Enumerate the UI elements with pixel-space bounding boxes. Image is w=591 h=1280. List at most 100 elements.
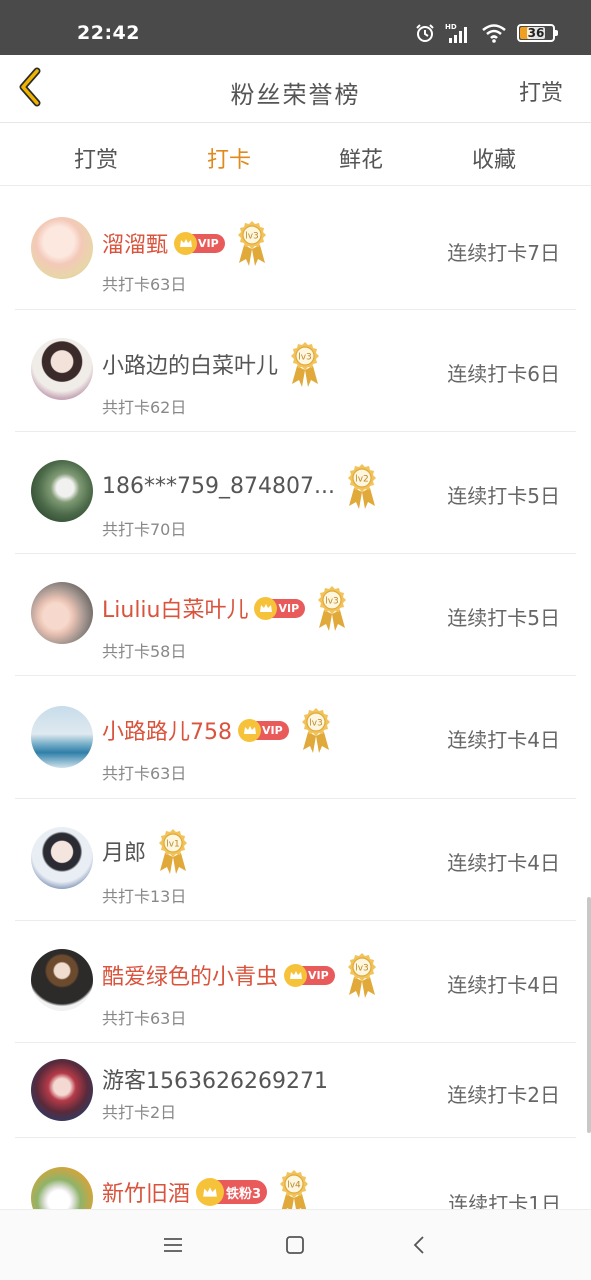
list-item[interactable]: 月郎 lv1 共打卡13日 连续打卡4日	[15, 799, 576, 921]
avatar[interactable]	[31, 1059, 93, 1121]
wifi-icon	[481, 23, 507, 43]
avatar[interactable]	[31, 1167, 93, 1209]
level-medal-icon: lv3	[288, 340, 322, 388]
scrollbar[interactable]	[587, 897, 591, 1133]
badge-label: VIP	[198, 236, 219, 250]
badge-label: VIP	[262, 723, 283, 737]
crown-icon	[196, 1178, 225, 1206]
battery-level: 36	[526, 26, 546, 40]
total-checkins: 共打卡13日	[102, 887, 187, 906]
vip-badge: VIP	[238, 718, 289, 742]
tab-favorites[interactable]: 收藏	[454, 142, 534, 174]
tab-reward[interactable]: 打赏	[56, 142, 136, 174]
avatar[interactable]	[31, 949, 93, 1011]
svg-text:HD: HD	[445, 23, 457, 31]
level-label: lv2	[355, 475, 369, 485]
user-name[interactable]: 溜溜甄	[102, 227, 168, 259]
checkin-list[interactable]: 溜溜甄 VIP lv3 共打卡63日 连续打卡7日 小路边的白菜叶儿 lv3 共…	[0, 187, 591, 1209]
streak-days: 连续打卡1日	[448, 1192, 561, 1209]
total-checkins: 共打卡63日	[102, 1009, 187, 1028]
list-item[interactable]: 溜溜甄 VIP lv3 共打卡63日 连续打卡7日	[15, 187, 576, 310]
home-button[interactable]	[280, 1232, 310, 1262]
user-name[interactable]: 小路边的白菜叶儿	[102, 348, 278, 380]
level-medal-icon: lv2	[345, 462, 379, 510]
tab-checkin[interactable]: 打卡	[189, 142, 269, 195]
tab-flowers[interactable]: 鲜花	[321, 142, 401, 174]
list-item[interactable]: 酷爱绿色的小青虫 VIP lv3 共打卡63日 连续打卡4日	[15, 921, 576, 1043]
total-checkins: 共打卡63日	[102, 764, 187, 783]
level-medal-icon: lv1	[156, 827, 190, 875]
hd-signal-icon: HD	[445, 22, 471, 44]
streak-days: 连续打卡2日	[447, 1083, 560, 1107]
list-item[interactable]: 小路路儿758 VIP lv3 共打卡63日 连续打卡4日	[15, 676, 576, 799]
level-medal-icon: lv3	[345, 951, 379, 999]
back-triangle-icon	[412, 1235, 426, 1259]
level-label: lv3	[309, 719, 323, 729]
alarm-icon	[415, 23, 435, 43]
badge-label: 铁粉3	[226, 1186, 262, 1202]
user-name[interactable]: Liuliu白菜叶儿	[102, 592, 248, 624]
total-checkins: 共打卡58日	[102, 642, 187, 661]
level-medal-icon: lv3	[235, 219, 269, 267]
level-label: lv4	[287, 1181, 301, 1191]
avatar[interactable]	[31, 827, 93, 889]
nav-back-button[interactable]	[404, 1232, 434, 1262]
vip-badge: VIP	[254, 596, 306, 620]
crown-icon	[238, 718, 261, 742]
total-checkins: 共打卡62日	[102, 398, 187, 417]
user-name[interactable]: 186***759_874807...	[102, 474, 335, 499]
status-bar: 22:42 HD 36	[0, 0, 591, 55]
tab-label: 打卡	[206, 148, 251, 173]
avatar[interactable]	[31, 582, 93, 644]
menu-icon	[163, 1237, 183, 1257]
total-checkins: 共打卡63日	[102, 275, 187, 294]
reward-button[interactable]: 打赏	[519, 75, 563, 107]
crown-icon	[254, 596, 278, 620]
vip-badge: VIP	[284, 963, 335, 987]
user-name[interactable]: 酷爱绿色的小青虫	[102, 959, 278, 991]
menu-button[interactable]	[158, 1232, 188, 1262]
total-checkins: 共打卡70日	[102, 520, 187, 539]
tab-label: 鲜花	[338, 148, 383, 173]
tab-bar: 打赏 打卡 鲜花 收藏	[0, 124, 591, 195]
avatar[interactable]	[31, 706, 93, 768]
vip-badge: VIP	[174, 231, 225, 255]
user-name[interactable]: 新竹旧酒	[102, 1176, 190, 1208]
streak-days: 连续打卡4日	[447, 973, 560, 997]
status-time: 22:42	[77, 22, 140, 44]
streak-days: 连续打卡4日	[447, 728, 560, 752]
tab-label: 打赏	[73, 148, 118, 173]
system-nav-bar	[0, 1209, 591, 1280]
tab-label: 收藏	[471, 148, 516, 173]
avatar[interactable]	[31, 217, 93, 279]
crown-icon	[174, 231, 198, 255]
status-icons: HD 36	[415, 22, 558, 44]
avatar[interactable]	[31, 338, 93, 400]
app-header: 粉丝荣誉榜 打赏	[0, 55, 591, 123]
level-medal-icon: lv3	[299, 706, 333, 754]
badge-label: VIP	[278, 601, 300, 615]
level-label: lv3	[245, 232, 259, 242]
streak-days: 连续打卡4日	[447, 851, 560, 875]
user-name[interactable]: 月郎	[102, 835, 146, 867]
streak-days: 连续打卡7日	[447, 241, 560, 265]
avatar[interactable]	[31, 460, 93, 522]
fan-badge: 铁粉3	[196, 1178, 268, 1206]
list-item[interactable]: 186***759_874807... lv2 共打卡70日 连续打卡5日	[15, 432, 576, 554]
level-label: lv3	[298, 353, 312, 363]
battery-icon: 36	[517, 24, 558, 42]
badge-label: VIP	[308, 968, 329, 982]
list-item[interactable]: 游客1563626269271 共打卡2日 连续打卡2日	[15, 1043, 576, 1138]
list-item[interactable]: 新竹旧酒 铁粉3 lv4 连续打卡1日	[15, 1138, 576, 1209]
level-medal-icon: lv4	[277, 1168, 311, 1209]
list-item[interactable]: 小路边的白菜叶儿 lv3 共打卡62日 连续打卡6日	[15, 310, 576, 432]
page-title: 粉丝荣誉榜	[230, 81, 361, 109]
user-name[interactable]: 小路路儿758	[102, 714, 232, 746]
level-label: lv3	[355, 964, 369, 974]
level-label: lv1	[166, 840, 180, 850]
user-name[interactable]: 游客1563626269271	[102, 1063, 328, 1095]
total-checkins: 共打卡2日	[102, 1103, 177, 1122]
crown-icon	[284, 963, 308, 987]
streak-days: 连续打卡6日	[447, 362, 560, 386]
list-item[interactable]: Liuliu白菜叶儿 VIP lv3 共打卡58日 连续打卡5日	[15, 554, 576, 676]
